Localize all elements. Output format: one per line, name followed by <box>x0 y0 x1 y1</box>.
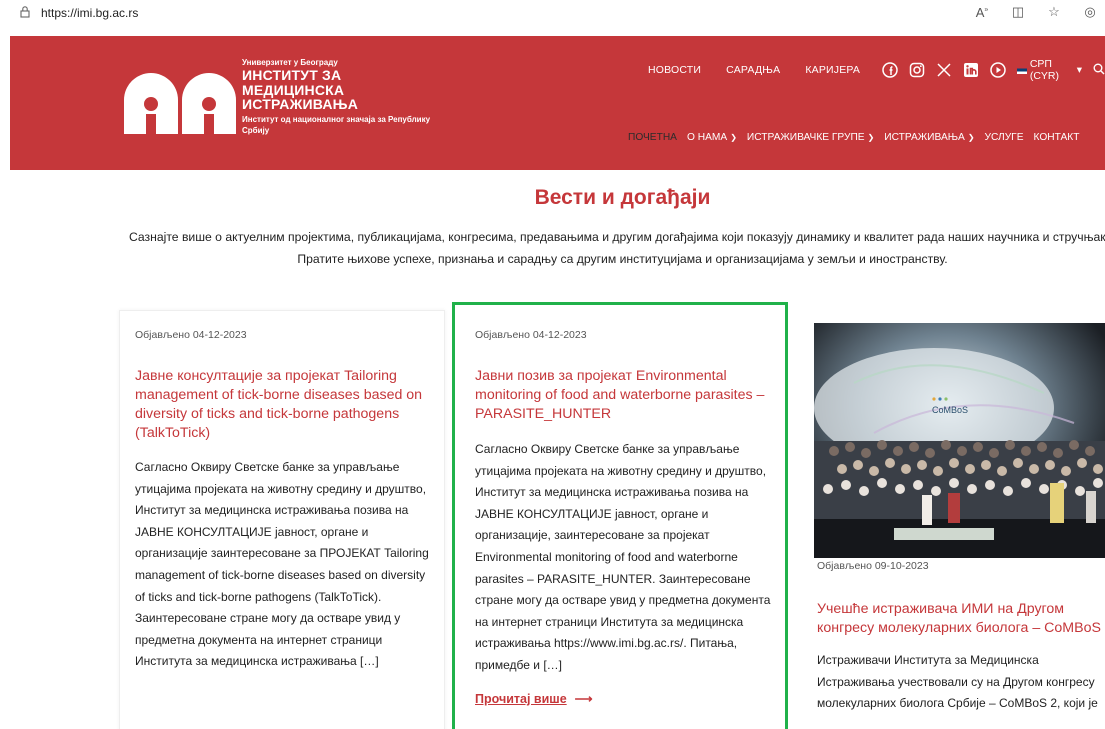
read-more-link[interactable]: Прочитај више ⟶ <box>475 691 593 706</box>
chevron-down-icon: ❯ <box>867 133 875 142</box>
section-title: Вести и догађаји <box>534 186 711 209</box>
news-card-title[interactable]: Учешће истраживача ИМИ на Другом конгрес… <box>817 600 1105 638</box>
news-card-excerpt: Сагласно Оквиру Светске банке за управља… <box>135 460 429 669</box>
brand-text[interactable]: Универзитет у Београду ИНСТИТУТ ЗА МЕДИЦ… <box>242 58 432 136</box>
x-icon[interactable] <box>935 61 953 79</box>
instagram-icon[interactable] <box>908 61 926 79</box>
nav-research[interactable]: ИСТРАЖИВАЊА ❯ <box>884 132 974 143</box>
news-card-excerpt: Сагласно Оквиру Светске банке за управља… <box>475 442 771 672</box>
published-date: Објављено 04-12-2023 <box>135 329 247 341</box>
chevron-down-icon: ❯ <box>967 133 975 142</box>
news-card-excerpt: Истраживачи Института за Медицинска Истр… <box>817 653 1098 711</box>
site-header: Универзитет у Београду ИНСТИТУТ ЗА МЕДИЦ… <box>10 36 1105 170</box>
news-card-title[interactable]: Јавне консултације за пројекат Tailoring… <box>135 367 431 443</box>
split-screen-icon[interactable]: ◫ <box>1009 4 1027 20</box>
news-card-combos[interactable]: CoMBoS Објављено 09-10-2023 Учешће истра… <box>812 312 1105 729</box>
language-selector[interactable]: СРП (CYR) ▾ <box>1017 58 1105 82</box>
browser-address-bar: https://imi.bg.ac.rs A» ◫ ☆ ◎ <box>0 0 1105 26</box>
linkedin-icon[interactable] <box>962 61 980 79</box>
institute-name-line-2: МЕДИЦИНСКА <box>242 81 345 98</box>
news-card-talktotick[interactable]: Објављено 04-12-2023 Јавне консултације … <box>119 310 445 729</box>
institute-name-line-3: ИСТРАЖИВАЊА <box>242 96 359 112</box>
nav-about-label: О НАМА <box>686 132 728 143</box>
institute-name-line-1: ИНСТИТУТ ЗА <box>242 67 342 83</box>
favorite-star-icon[interactable]: ☆ <box>1045 4 1063 20</box>
facebook-icon[interactable] <box>881 61 899 79</box>
nav-services[interactable]: УСЛУГЕ <box>985 132 1024 143</box>
institute-logo-icon[interactable] <box>120 66 240 136</box>
top-link-collaboration[interactable]: САРАДЊА <box>726 64 780 76</box>
published-date: Објављено 04-12-2023 <box>475 329 587 341</box>
nav-about[interactable]: О НАМА ❯ <box>687 132 737 143</box>
congress-group-photo[interactable]: CoMBoS <box>814 323 1105 558</box>
arrow-right-icon: ⟶ <box>574 692 593 706</box>
section-description-line-2: Пратите њихове успехе, признања и сарадњ… <box>297 252 948 266</box>
nav-research-label: ИСТРАЖИВАЊА <box>884 132 965 143</box>
read-aloud-icon[interactable]: A» <box>973 5 991 20</box>
nav-contact[interactable]: КОНТАКТ <box>1034 132 1080 143</box>
search-icon[interactable] <box>1093 63 1105 78</box>
main-navigation: ПОЧЕТНА О НАМА ❯ ИСТРАЖИВАЧКЕ ГРУПЕ ❯ ИСТР… <box>628 132 1089 143</box>
chevron-down-icon: ❯ <box>730 133 737 142</box>
page-info-icon[interactable] <box>18 5 32 19</box>
published-date: Објављено 09-10-2023 <box>817 560 929 572</box>
news-card-parasite-hunter[interactable]: Објављено 04-12-2023 Јавни позив за прој… <box>452 302 788 729</box>
nav-research-groups-label: ИСТРАЖИВАЧКЕ ГРУПЕ <box>746 132 865 143</box>
browser-extension-icon[interactable]: ◎ <box>1081 4 1099 20</box>
youtube-icon[interactable] <box>989 61 1007 79</box>
top-link-news[interactable]: НОВОСТИ <box>648 64 701 76</box>
nav-home[interactable]: ПОЧЕТНА <box>628 132 677 143</box>
section-description: Сазнајте више о актуелним пројектима, пу… <box>0 226 1105 270</box>
image-logo-text: CoMBoS <box>932 405 968 415</box>
caret-down-icon: ▾ <box>1076 64 1082 76</box>
news-card-title[interactable]: Јавни позив за пројекат Environmental mo… <box>475 367 765 424</box>
language-label: СРП (CYR) <box>1029 58 1060 82</box>
section-description-line-1: Сазнајте више о актуелним пројектима, пу… <box>128 230 1105 244</box>
url-text[interactable]: https://imi.bg.ac.rs <box>41 6 138 20</box>
nav-research-groups[interactable]: ИСТРАЖИВАЧКЕ ГРУПЕ ❯ <box>747 132 874 143</box>
top-navigation: НОВОСТИ САРАДЊА КАРИЈЕРА СРП (CYR) ▾ <box>648 58 1105 82</box>
serbian-flag-icon <box>1017 66 1027 74</box>
top-link-careers[interactable]: КАРИЈЕРА <box>805 64 860 76</box>
read-more-label: Прочитај више <box>475 692 567 706</box>
institute-subtitle: Институт од националног значаја за Репуб… <box>242 114 431 135</box>
